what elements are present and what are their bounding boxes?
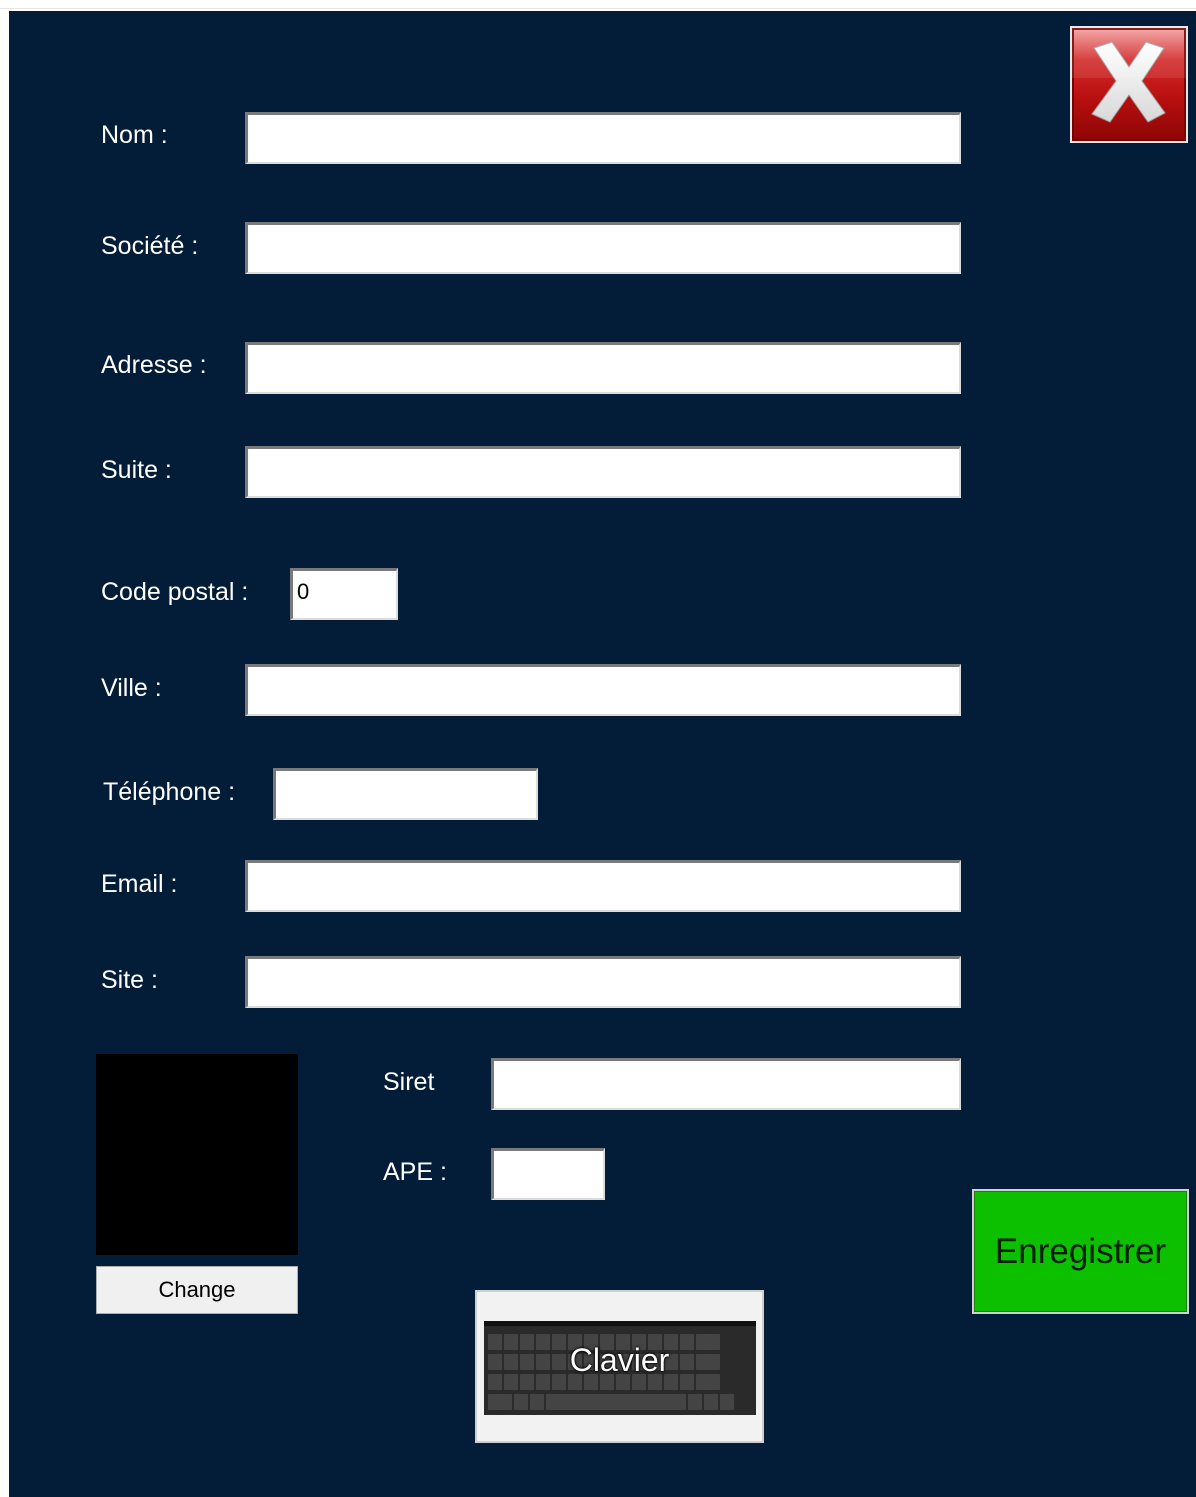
adresse-label: Adresse : xyxy=(101,351,207,379)
nom-field[interactable] xyxy=(245,112,961,164)
site-label: Site : xyxy=(101,966,158,994)
telephone-label: Téléphone : xyxy=(103,778,236,806)
societe-label: Société : xyxy=(101,232,199,260)
close-x-icon xyxy=(1072,28,1186,123)
nom-label: Nom : xyxy=(101,121,168,149)
suite-label: Suite : xyxy=(101,456,172,484)
window-top-border xyxy=(0,8,1196,9)
siret-label: Siret xyxy=(383,1068,435,1096)
telephone-field[interactable] xyxy=(273,768,538,820)
code-postal-field[interactable]: 0 xyxy=(290,568,398,620)
change-logo-button[interactable]: Change xyxy=(96,1266,298,1314)
ape-field[interactable] xyxy=(491,1148,605,1200)
ville-field[interactable] xyxy=(245,664,961,716)
adresse-field[interactable] xyxy=(245,342,961,394)
ape-label: APE : xyxy=(383,1158,447,1186)
logo-image xyxy=(96,1054,298,1255)
keyboard-button[interactable]: Clavier xyxy=(475,1290,764,1443)
save-button[interactable]: Enregistrer xyxy=(972,1189,1189,1314)
email-label: Email : xyxy=(101,870,178,898)
code-postal-label: Code postal : xyxy=(101,578,249,606)
ville-label: Ville : xyxy=(101,674,162,702)
email-field[interactable] xyxy=(245,860,961,912)
suite-field[interactable] xyxy=(245,446,961,498)
close-button[interactable] xyxy=(1070,26,1188,143)
site-field[interactable] xyxy=(245,956,961,1008)
societe-field[interactable] xyxy=(245,222,961,274)
keyboard-label: Clavier xyxy=(569,1342,670,1378)
siret-field[interactable] xyxy=(491,1058,961,1110)
